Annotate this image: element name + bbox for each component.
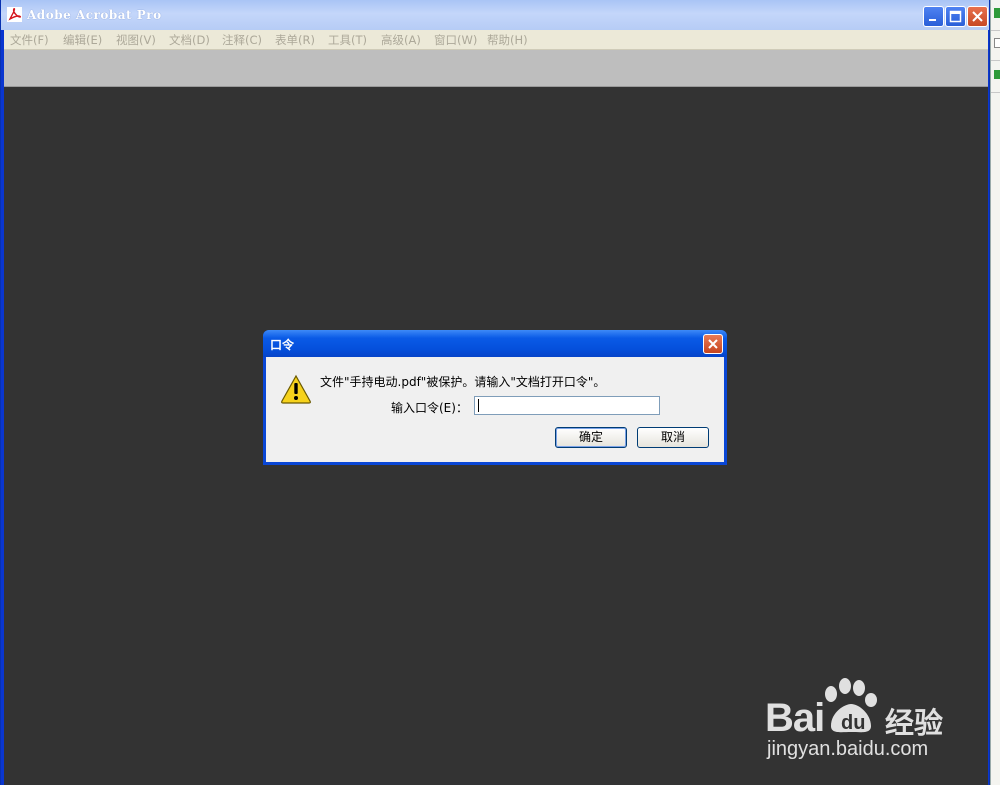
dialog-body: 文件"手持电动.pdf"被保护。请输入"文档打开口令"。 输入口令(E)： 确定… [266, 357, 724, 462]
menu-view[interactable]: 视图(V) [116, 32, 156, 48]
minimize-button[interactable] [923, 6, 944, 27]
menu-window[interactable]: 窗口(W) [434, 32, 477, 48]
maximize-button[interactable] [945, 6, 966, 27]
cancel-button[interactable]: 取消 [637, 427, 709, 448]
maximize-icon [949, 10, 962, 23]
watermark-url: jingyan.baidu.com [767, 738, 929, 760]
menu-forms[interactable]: 表单(R) [275, 32, 315, 48]
window-title: Adobe Acrobat Pro [27, 8, 162, 22]
password-input[interactable] [474, 396, 660, 415]
brand-text: Bai [765, 696, 825, 740]
dialog-title: 口令 [270, 338, 295, 352]
divider [991, 30, 1000, 31]
acrobat-logo-icon [7, 7, 22, 22]
password-label: 输入口令(E)： [391, 401, 468, 415]
brand-suffix: du [841, 712, 865, 734]
toolbar-area [4, 50, 988, 87]
text-caret [478, 399, 479, 412]
green-icon [994, 70, 1000, 79]
document-icon [994, 38, 1000, 48]
background-window-edge [990, 0, 1000, 785]
menu-tools[interactable]: 工具(T) [328, 32, 367, 48]
dialog-message: 文件"手持电动.pdf"被保护。请输入"文档打开口令"。 [320, 375, 606, 389]
menu-edit[interactable]: 编辑(E) [63, 32, 102, 48]
menu-advanced[interactable]: 高级(A) [381, 32, 421, 48]
close-icon [708, 339, 718, 349]
warning-icon [281, 374, 311, 404]
password-dialog: 口令 文件"手持电动.pdf"被保护。请输入"文档打开口令"。 输入口令(E)：… [263, 330, 727, 465]
menu-bar: 文件(F) 编辑(E) 视图(V) 文档(D) 注释(C) 表单(R) 工具(T… [4, 30, 988, 50]
menu-file[interactable]: 文件(F) [10, 32, 49, 48]
dialog-close-button[interactable] [703, 334, 723, 354]
menu-help[interactable]: 帮助(H) [487, 32, 528, 48]
divider [991, 92, 1000, 93]
close-icon [972, 11, 983, 22]
menu-comments[interactable]: 注释(C) [222, 32, 262, 48]
divider [991, 60, 1000, 61]
window-titlebar[interactable]: Adobe Acrobat Pro [1, 0, 989, 30]
baidu-paw-logo: du [825, 678, 877, 734]
green-icon [994, 8, 1000, 18]
close-window-button[interactable] [967, 6, 988, 27]
menu-document[interactable]: 文档(D) [169, 32, 210, 48]
dialog-titlebar[interactable]: 口令 [263, 330, 727, 357]
minimize-icon [929, 19, 936, 21]
baidu-jingyan-watermark: du Bai 经验 jingyan.baidu.com [765, 676, 965, 766]
product-text: 经验 [885, 706, 944, 740]
ok-button[interactable]: 确定 [555, 427, 627, 448]
